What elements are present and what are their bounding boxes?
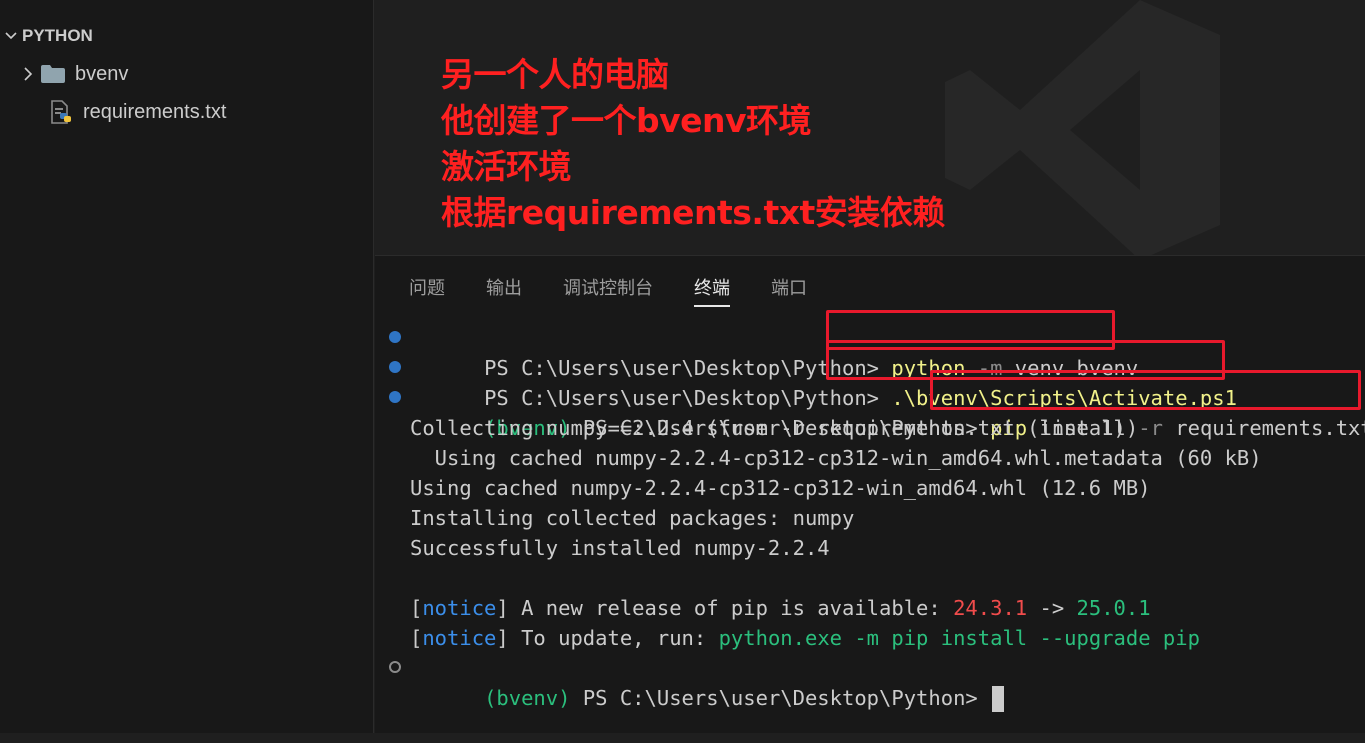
- notice-arrow: ->: [1027, 596, 1077, 620]
- notice-text: A new release of pip is available:: [508, 596, 954, 620]
- command-pending-decoration-icon[interactable]: [389, 661, 401, 673]
- notice-text: To update, run:: [508, 626, 719, 650]
- panel-tabs: 问题 输出 调试控制台 终端 端口: [409, 274, 848, 307]
- tab-terminal[interactable]: 终端: [694, 274, 730, 307]
- annotation-line: 激活环境: [441, 147, 571, 186]
- venv-tag: (bvenv): [484, 686, 571, 710]
- terminal-output-line: Collecting numpy==2.2.4 (from -r require…: [410, 416, 1139, 440]
- vscode-logo-watermark-icon: [930, 0, 1230, 255]
- chevron-down-icon: [0, 29, 22, 43]
- terminal-notice-line: [notice] A new release of pip is availab…: [410, 596, 1151, 620]
- upgrade-command: python.exe -m pip install --upgrade pip: [718, 626, 1200, 650]
- terminal-line: (bvenv) PS C:\Users\user\Desktop\Python>: [389, 653, 1005, 712]
- terminal-output-line: Using cached numpy-2.2.4-cp312-cp312-win…: [410, 476, 1151, 500]
- python-file-icon: [47, 100, 75, 124]
- tab-output[interactable]: 输出: [486, 274, 522, 304]
- tree-item-label: bvenv: [75, 62, 129, 85]
- annotation-line: 他创建了一个bvenv环境: [441, 101, 812, 140]
- explorer-folder-title: PYTHON: [22, 26, 93, 45]
- explorer-sidebar: PYTHON bvenv requirements.txt: [0, 0, 374, 733]
- chevron-right-icon: [17, 66, 39, 82]
- tree-item-bvenv[interactable]: bvenv: [0, 57, 128, 91]
- command-success-decoration-icon[interactable]: [389, 361, 401, 373]
- command-success-decoration-icon[interactable]: [389, 391, 401, 403]
- highlight-box: [930, 370, 1361, 410]
- tab-debug-console[interactable]: 调试控制台: [563, 274, 653, 304]
- tab-problems[interactable]: 问题: [409, 274, 445, 304]
- terminal-notice-line: [notice] To update, run: python.exe -m p…: [410, 626, 1200, 650]
- annotation-line: 根据requirements.txt安装依赖: [441, 193, 945, 232]
- explorer-folder-header[interactable]: PYTHON: [0, 22, 93, 50]
- terminal-output-line: Installing collected packages: numpy: [410, 506, 855, 530]
- notice-tag: notice: [422, 626, 497, 650]
- terminal-output-line: Successfully installed numpy-2.2.4: [410, 536, 830, 560]
- pip-new-version: 25.0.1: [1076, 596, 1151, 620]
- terminal-output-line: Using cached numpy-2.2.4-cp312-cp312-win…: [410, 446, 1262, 470]
- annotation-line: 另一个人的电脑: [441, 55, 669, 94]
- folder-icon: [39, 63, 67, 85]
- tab-ports[interactable]: 端口: [771, 274, 807, 304]
- tree-item-label: requirements.txt: [83, 100, 227, 123]
- notice-tag: notice: [422, 596, 497, 620]
- editor-area: 另一个人的电脑 他创建了一个bvenv环境 激活环境 根据requirement…: [375, 0, 1365, 255]
- command-token: requirements.txt: [1175, 416, 1365, 440]
- tree-item-requirements[interactable]: requirements.txt: [47, 95, 226, 129]
- pip-old-version: 24.3.1: [953, 596, 1028, 620]
- prompt: PS C:\Users\user\Desktop\Python>: [582, 686, 978, 710]
- command-success-decoration-icon[interactable]: [389, 331, 401, 343]
- bottom-panel: 问题 输出 调试控制台 终端 端口 PS C:\Users\user\Deskt…: [375, 255, 1365, 733]
- annotation-text: 另一个人的电脑 他创建了一个bvenv环境 激活环境 根据requirement…: [441, 52, 945, 236]
- terminal-cursor: [992, 686, 1005, 712]
- command-token: -r: [1138, 416, 1163, 440]
